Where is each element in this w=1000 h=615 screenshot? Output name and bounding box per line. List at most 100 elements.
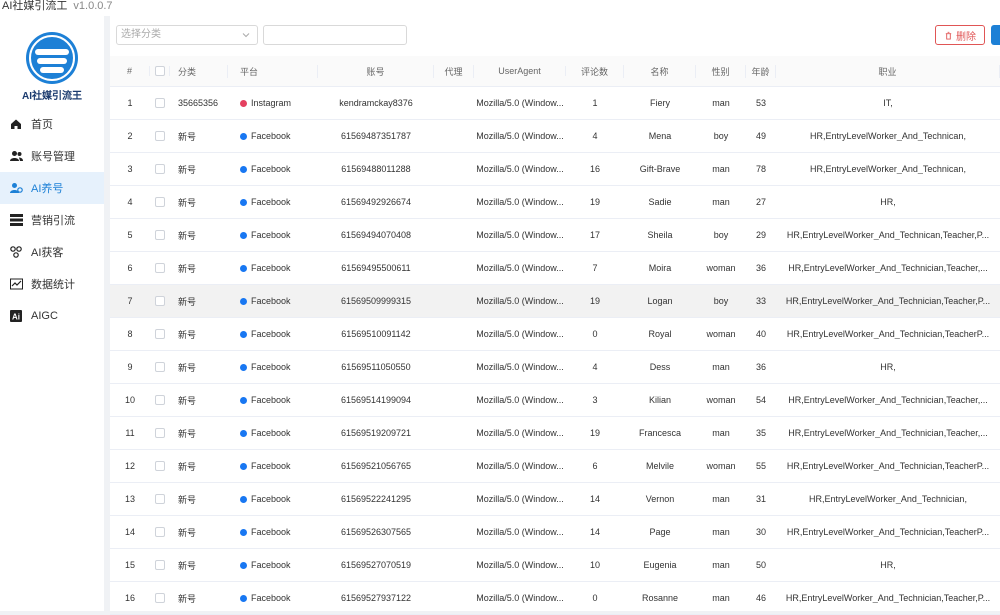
column-header: 账号 [318, 64, 434, 78]
checkbox[interactable] [155, 593, 165, 604]
delete-button[interactable]: 删除 [935, 25, 985, 45]
platform-label: Facebook [251, 494, 291, 504]
toolbar: 选择分类 删除 [110, 16, 1000, 52]
category-select[interactable]: 选择分类 [116, 25, 258, 45]
table-row[interactable]: 13 新号 Facebook 61569522241295 Mozilla/5.0 (W… [110, 483, 1000, 516]
cell-gender: man [712, 527, 730, 537]
sidebar-item-label: 数据统计 [31, 279, 75, 291]
sidebar-item-6[interactable]: Ai AIGC [0, 300, 104, 332]
row-checkbox-cell[interactable] [150, 593, 170, 604]
table-row[interactable]: 8 新号 Facebook 61569510091142 Mozilla/5.0 (Wi… [110, 318, 1000, 351]
cell-gender: man [712, 164, 730, 174]
facebook-icon [240, 199, 247, 206]
row-checkbox-cell[interactable] [150, 98, 170, 109]
cell-age: 55 [755, 461, 766, 471]
cell-group: 新号 [178, 230, 197, 241]
cell-account: 61569510091142 [341, 329, 411, 339]
cell-platform: Facebook [228, 395, 318, 405]
cell-group: 新号 [178, 461, 197, 472]
cell-job: HR,EntryLevelWorker_And_Technician, [809, 494, 967, 504]
cell-count: 16 [589, 164, 600, 174]
checkbox[interactable] [155, 131, 165, 142]
sidebar-item-4[interactable]: AI获客 [0, 236, 104, 268]
table-row[interactable]: 10 新号 Facebook 61569514199094 Mozilla/5.0 (W… [110, 384, 1000, 417]
sidebar-item-label: 首页 [31, 119, 53, 131]
cell-idx: 13 [124, 494, 135, 504]
sidebar-item-3[interactable]: 营销引流 [0, 204, 104, 236]
checkbox[interactable] [155, 230, 165, 241]
table-row[interactable]: 9 新号 Facebook 61569511050550 Mozilla/5.0 (Wi… [110, 351, 1000, 384]
row-checkbox-cell[interactable] [150, 164, 170, 175]
row-checkbox-cell[interactable] [150, 263, 170, 274]
column-header: UserAgent [474, 66, 566, 76]
checkbox[interactable] [155, 395, 165, 406]
checkbox[interactable] [154, 66, 165, 77]
table-row[interactable]: 15 新号 Facebook 61569527070519 Mozilla/5.0 (W… [110, 549, 1000, 582]
cell-idx: 14 [124, 527, 135, 537]
checkbox[interactable] [155, 329, 165, 340]
checkbox[interactable] [155, 164, 165, 175]
table-row[interactable]: 3 新号 Facebook 61569488011288 Mozilla/5.0 (Wi… [110, 153, 1000, 186]
row-checkbox-cell[interactable] [150, 362, 170, 373]
search-input[interactable] [263, 25, 407, 45]
sidebar-item-2[interactable]: AI养号 [0, 172, 104, 204]
table-row[interactable]: 6 新号 Facebook 61569495500611 Mozilla/5.0 (Wi… [110, 252, 1000, 285]
checkbox[interactable] [155, 560, 165, 571]
table-row[interactable]: 4 新号 Facebook 61569492926674 Mozilla/5.0 (Wi… [110, 186, 1000, 219]
checkbox[interactable] [155, 527, 165, 538]
cell-job: HR, [880, 560, 896, 570]
primary-action-button[interactable] [991, 25, 1000, 45]
table-row[interactable]: 11 新号 Facebook 61569519209721 Mozilla/5.0 (W… [110, 417, 1000, 450]
table-row[interactable]: 12 新号 Facebook 61569521056765 Mozilla/5.0 (W… [110, 450, 1000, 483]
category-select-placeholder: 选择分类 [121, 29, 161, 40]
platform-label: Facebook [251, 461, 291, 471]
cell-group: 新号 [178, 197, 197, 208]
row-checkbox-cell[interactable] [150, 131, 170, 142]
sidebar-item-1[interactable]: 账号管理 [0, 140, 104, 172]
row-checkbox-cell[interactable] [150, 230, 170, 241]
cell-account: 61569521056765 [340, 461, 412, 471]
cell-idx: 6 [127, 263, 133, 273]
row-checkbox-cell[interactable] [150, 329, 170, 340]
checkbox[interactable] [155, 197, 165, 208]
row-checkbox-cell[interactable] [150, 527, 170, 538]
checkbox[interactable] [155, 263, 165, 274]
row-checkbox-cell[interactable] [150, 494, 170, 505]
checkbox[interactable] [155, 428, 165, 439]
row-checkbox-cell[interactable] [150, 296, 170, 307]
table-row[interactable]: 5 新号 Facebook 61569494070408 Mozilla/5.0 (Wi… [110, 219, 1000, 252]
checkbox[interactable] [155, 362, 165, 373]
select-all-checkbox[interactable] [150, 65, 170, 77]
table-row[interactable]: 1 35665356 Instagram kendramckay8376 Mozilla… [110, 87, 1000, 120]
table-row[interactable]: 2 新号 Facebook 61569487351787 Mozilla/5.0 (Wi… [110, 120, 1000, 153]
platform-label: Facebook [251, 428, 291, 438]
table-row[interactable]: 16 新号 Facebook 61569527937122 Mozilla/5.0 (W… [110, 582, 1000, 615]
checkbox[interactable] [155, 98, 165, 109]
cell-name: Francesca [638, 428, 682, 438]
table-row[interactable]: 14 新号 Facebook 61569526307565 Mozilla/5.0 (W… [110, 516, 1000, 549]
table-row[interactable]: 7 新号 Facebook 61569509999315 Mozilla/5.0 (Wi… [110, 285, 1000, 318]
cell-job: HR,EntryLevelWorker_And_Technician,Teach… [785, 593, 991, 603]
column-header: 代理 [434, 64, 474, 78]
row-checkbox-cell[interactable] [150, 197, 170, 208]
row-checkbox-cell[interactable] [150, 395, 170, 406]
checkbox[interactable] [155, 461, 165, 472]
cell-count: 6 [592, 461, 598, 471]
cell-gender: man [712, 560, 730, 570]
hub-icon [9, 245, 23, 259]
checkbox[interactable] [155, 296, 165, 307]
row-checkbox-cell[interactable] [150, 428, 170, 439]
row-checkbox-cell[interactable] [150, 560, 170, 571]
chevron-down-icon [242, 33, 250, 38]
row-checkbox-cell[interactable] [150, 461, 170, 472]
cell-platform: Facebook [228, 296, 318, 306]
checkbox[interactable] [155, 494, 165, 505]
facebook-icon [240, 430, 247, 437]
user-ai-icon [9, 181, 23, 195]
sidebar-item-5[interactable]: 数据统计 [0, 268, 104, 300]
sidebar-item-0[interactable]: 首页 [0, 108, 104, 140]
cell-idx: 4 [127, 197, 133, 207]
cell-gender: woman [706, 263, 736, 273]
cell-account: 61569488011288 [341, 164, 411, 174]
cell-platform: Facebook [228, 560, 318, 570]
